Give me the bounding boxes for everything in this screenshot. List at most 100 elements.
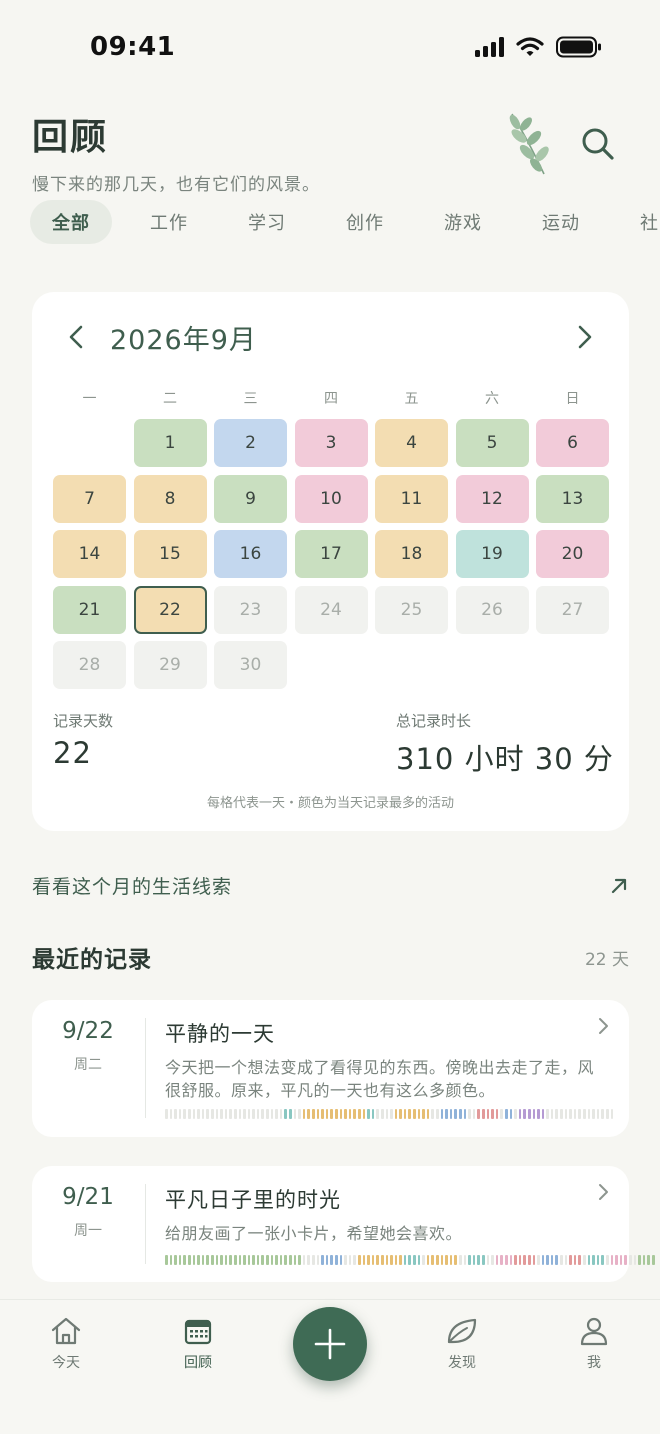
timeline-segment [275, 1255, 278, 1265]
nav-item-discover[interactable]: 发现 [427, 1316, 497, 1372]
tab-2[interactable]: 学习 [226, 200, 308, 244]
tab-0[interactable]: 全部 [30, 200, 112, 244]
calendar-day[interactable]: 5 [455, 419, 529, 467]
timeline-segment [201, 1109, 205, 1119]
timeline-segment [178, 1255, 182, 1265]
timeline-segment [537, 1255, 540, 1265]
tab-4[interactable]: 游戏 [422, 200, 504, 244]
timeline-segment [284, 1109, 288, 1119]
timeline-segment [514, 1109, 517, 1119]
calendar-day[interactable]: 23 [214, 585, 287, 634]
previous-month-button[interactable] [62, 320, 92, 354]
calendar-day[interactable]: 26 [455, 585, 529, 634]
wifi-icon [516, 37, 544, 56]
calendar-day[interactable]: 28 [53, 641, 126, 689]
timeline-segment [431, 1255, 435, 1265]
calendar-day[interactable]: 30 [214, 641, 287, 689]
record-divider [145, 1018, 146, 1118]
calendar-icon [184, 1319, 212, 1345]
timeline-segment [546, 1255, 549, 1265]
tab-3[interactable]: 创作 [324, 200, 406, 244]
add-record-button[interactable] [293, 1307, 367, 1381]
calendar-day[interactable]: 17 [294, 530, 368, 578]
calendar-day[interactable]: 9 [214, 474, 287, 523]
calendar-day[interactable]: 4 [375, 419, 448, 467]
timeline-segment [201, 1255, 205, 1265]
timeline-segment [238, 1255, 242, 1265]
timeline-segment [417, 1109, 421, 1119]
tab-1[interactable]: 工作 [128, 200, 210, 244]
timeline-segment [325, 1109, 329, 1119]
timeline-segment [413, 1255, 416, 1265]
calendar-day[interactable]: 2 [214, 419, 287, 467]
calendar-day[interactable]: 1 [133, 419, 207, 467]
month-insights-link[interactable]: 看看这个月的生活线索 [32, 872, 629, 904]
calendar-day[interactable]: 11 [375, 474, 448, 523]
timeline-segment [215, 1255, 219, 1265]
calendar-day[interactable]: 29 [133, 641, 207, 689]
next-month-button[interactable] [569, 320, 599, 354]
timeline-segment [302, 1109, 306, 1119]
nav-item-review[interactable]: 回顾 [163, 1316, 233, 1372]
calendar-day[interactable]: 16 [214, 530, 287, 578]
timeline-segment [555, 1109, 559, 1119]
tab-6[interactable]: 社交 [618, 200, 660, 244]
timeline-segment [541, 1109, 545, 1119]
timeline-segment [596, 1109, 600, 1119]
timeline-segment [541, 1255, 545, 1265]
record-title: 平静的一天 [165, 1022, 275, 1046]
timeline-segment [165, 1255, 168, 1265]
timeline-segment [628, 1255, 632, 1265]
timeline-segment [495, 1109, 499, 1119]
calendar-day[interactable]: 8 [133, 474, 207, 523]
calendar-day[interactable]: 27 [536, 585, 609, 634]
timeline-segment [371, 1255, 375, 1265]
nav-label: 今天 [52, 1355, 80, 1371]
calendar-day[interactable]: 24 [294, 585, 368, 634]
timeline-segment [596, 1255, 600, 1265]
timeline-segment [220, 1255, 223, 1265]
calendar-day[interactable]: 14 [53, 530, 126, 578]
search-icon[interactable] [578, 124, 618, 164]
timeline-segment [468, 1255, 471, 1265]
calendar-day[interactable]: 20 [536, 530, 609, 578]
timeline-segment [463, 1109, 467, 1119]
nav-item-me[interactable]: 我 [559, 1316, 629, 1372]
timeline-segment [422, 1109, 425, 1119]
timeline-segment [312, 1109, 315, 1119]
timeline-segment [546, 1109, 549, 1119]
timeline-segment [174, 1255, 177, 1265]
record-card[interactable]: 9/21 周一 平凡日子里的时光 给朋友画了一张小卡片，希望她会喜欢。 [32, 1166, 655, 1282]
timeline-segment [624, 1255, 627, 1265]
calendar-day[interactable]: 10 [294, 474, 368, 523]
calendar-day[interactable]: 21 [53, 585, 126, 634]
timeline-segment [426, 1255, 430, 1265]
calendar-day[interactable]: 15 [133, 530, 207, 578]
record-card[interactable]: 9/22 周二 平静的一天 今天把一个想法变成了看得见的东西。傍晚出去走了走，风… [32, 1000, 629, 1137]
calendar-day[interactable]: 25 [375, 585, 448, 634]
calendar-day[interactable]: 12 [455, 474, 529, 523]
timeline-segment [440, 1109, 444, 1119]
page-title: 回顾 [32, 117, 109, 158]
timeline-segment [394, 1109, 398, 1119]
timeline-segment [564, 1109, 568, 1119]
timeline-segment [463, 1255, 467, 1265]
timeline-segment [362, 1109, 366, 1119]
timeline-segment [403, 1255, 407, 1265]
calendar-day[interactable]: 19 [455, 530, 529, 578]
weekday-label: 日 [565, 391, 580, 407]
nav-item-today[interactable]: 今天 [31, 1316, 101, 1372]
timeline-segment [445, 1255, 448, 1265]
calendar-day[interactable]: 22 [133, 585, 207, 634]
calendar-day[interactable]: 13 [536, 474, 609, 523]
record-summary: 给朋友画了一张小卡片，希望她会喜欢。 [165, 1224, 463, 1243]
timeline-segment [344, 1255, 347, 1265]
tab-5[interactable]: 运动 [520, 200, 602, 244]
calendar-day[interactable]: 6 [536, 419, 609, 467]
calendar-day[interactable]: 7 [53, 474, 126, 523]
calendar-day[interactable]: 3 [294, 419, 368, 467]
calendar-day[interactable]: 18 [375, 530, 448, 578]
timeline-segment [523, 1255, 526, 1265]
recent-records-title: 最近的记录 [32, 947, 152, 973]
leaf-icon [447, 1318, 477, 1344]
